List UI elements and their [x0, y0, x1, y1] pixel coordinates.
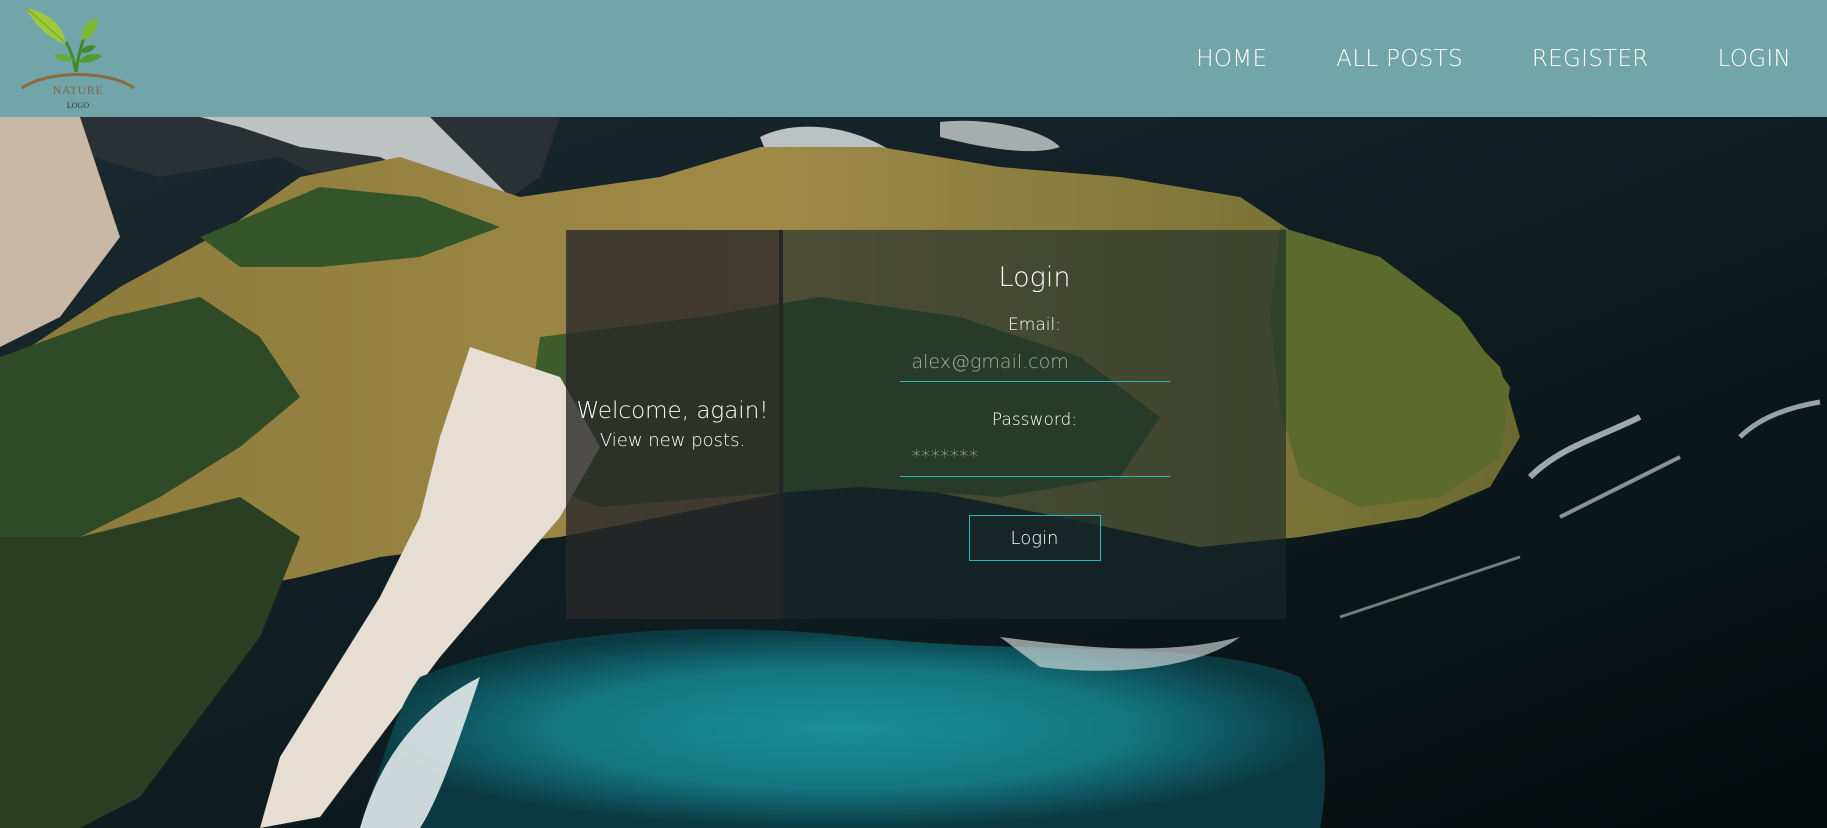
site-header: NATURE LOGO HOME ALL POSTS REGISTER LOGI…: [0, 0, 1827, 117]
login-form: Login Email: Password: Login: [783, 230, 1286, 619]
email-field[interactable]: [899, 347, 1170, 382]
nav-home[interactable]: HOME: [1196, 46, 1267, 72]
welcome-subtitle: View new posts.: [599, 430, 746, 451]
svg-text:LOGO: LOGO: [67, 101, 89, 110]
login-card: Welcome, again! View new posts. Login Em…: [566, 230, 1286, 619]
leaf-logo-icon: NATURE LOGO: [21, 7, 135, 110]
password-label: Password:: [991, 410, 1078, 430]
login-form-title: Login: [998, 262, 1071, 293]
main-nav: HOME ALL POSTS REGISTER LOGIN: [1196, 0, 1791, 117]
nature-logo[interactable]: NATURE LOGO: [18, 4, 138, 114]
password-field[interactable]: [899, 442, 1170, 477]
login-button[interactable]: Login: [968, 515, 1101, 561]
nav-register[interactable]: REGISTER: [1532, 46, 1649, 72]
welcome-title: Welcome, again!: [576, 398, 769, 424]
email-label: Email:: [1008, 315, 1061, 335]
svg-text:NATURE: NATURE: [53, 83, 103, 97]
nav-login[interactable]: LOGIN: [1718, 46, 1791, 72]
nav-all-posts[interactable]: ALL POSTS: [1336, 46, 1463, 72]
welcome-panel: Welcome, again! View new posts.: [566, 230, 783, 619]
